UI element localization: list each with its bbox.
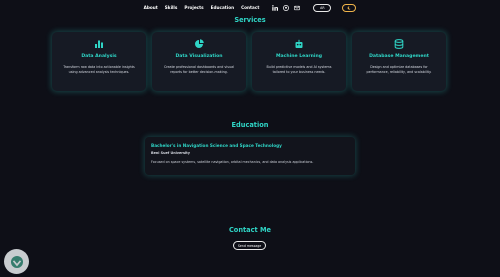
- service-desc: Build predictive models and AI systems t…: [266, 65, 332, 74]
- service-desc: Design and optimize databases for perfor…: [366, 65, 432, 74]
- service-title: Machine Learning: [275, 54, 323, 59]
- service-card-data-visualization: Data Visualization Create professional d…: [152, 32, 246, 91]
- service-card-data-analysis: Data Analysis Transform raw data into ac…: [52, 32, 146, 91]
- theme-toggle-button[interactable]: [342, 3, 357, 12]
- database-icon: [394, 39, 404, 49]
- contact-title: Contact Me: [228, 226, 272, 234]
- service-card-machine-learning: Machine Learning Build predictive models…: [252, 32, 346, 91]
- nav-link-skills[interactable]: Skills: [165, 5, 178, 10]
- email-icon[interactable]: [294, 5, 301, 11]
- education-title: Education: [231, 121, 269, 129]
- github-icon[interactable]: [283, 4, 290, 11]
- chat-widget-icon: [10, 255, 23, 268]
- nav-link-projects[interactable]: Projects: [184, 5, 203, 10]
- send-message-button[interactable]: Send message: [233, 241, 266, 250]
- service-desc: Transform raw data into actionable insig…: [63, 65, 135, 74]
- service-card-database-management: Database Management Design and optimize …: [352, 32, 446, 91]
- education-card: Bachelor's in Navigation Science and Spa…: [145, 137, 355, 175]
- service-title: Data Analysis: [81, 54, 117, 59]
- top-nav: About Skills Projects Education Contact …: [0, 2, 500, 13]
- language-toggle-button[interactable]: AR: [313, 3, 332, 12]
- nav-link-education[interactable]: Education: [211, 5, 234, 10]
- pie-chart-icon: [195, 39, 204, 48]
- services-grid: Data Analysis Transform raw data into ac…: [52, 32, 446, 91]
- nav-link-about[interactable]: About: [144, 5, 158, 10]
- bar-chart-icon: [95, 40, 103, 48]
- service-title: Database Management: [369, 54, 429, 59]
- service-desc: Create professional dashboards and visua…: [163, 65, 235, 74]
- linkedin-icon[interactable]: [272, 4, 279, 11]
- service-title: Data Visualization: [175, 54, 223, 59]
- university-name: Beni Suef University: [151, 151, 190, 155]
- nav-link-contact[interactable]: Contact: [241, 5, 259, 10]
- floating-widget[interactable]: [4, 249, 29, 274]
- moon-icon: [347, 5, 351, 10]
- degree-title: Bachelor's in Navigation Science and Spa…: [151, 143, 282, 148]
- robot-icon: [295, 39, 303, 48]
- education-desc: Focused on space systems, satellite navi…: [151, 160, 314, 164]
- social-links: [272, 4, 301, 11]
- services-title: Services: [234, 16, 266, 24]
